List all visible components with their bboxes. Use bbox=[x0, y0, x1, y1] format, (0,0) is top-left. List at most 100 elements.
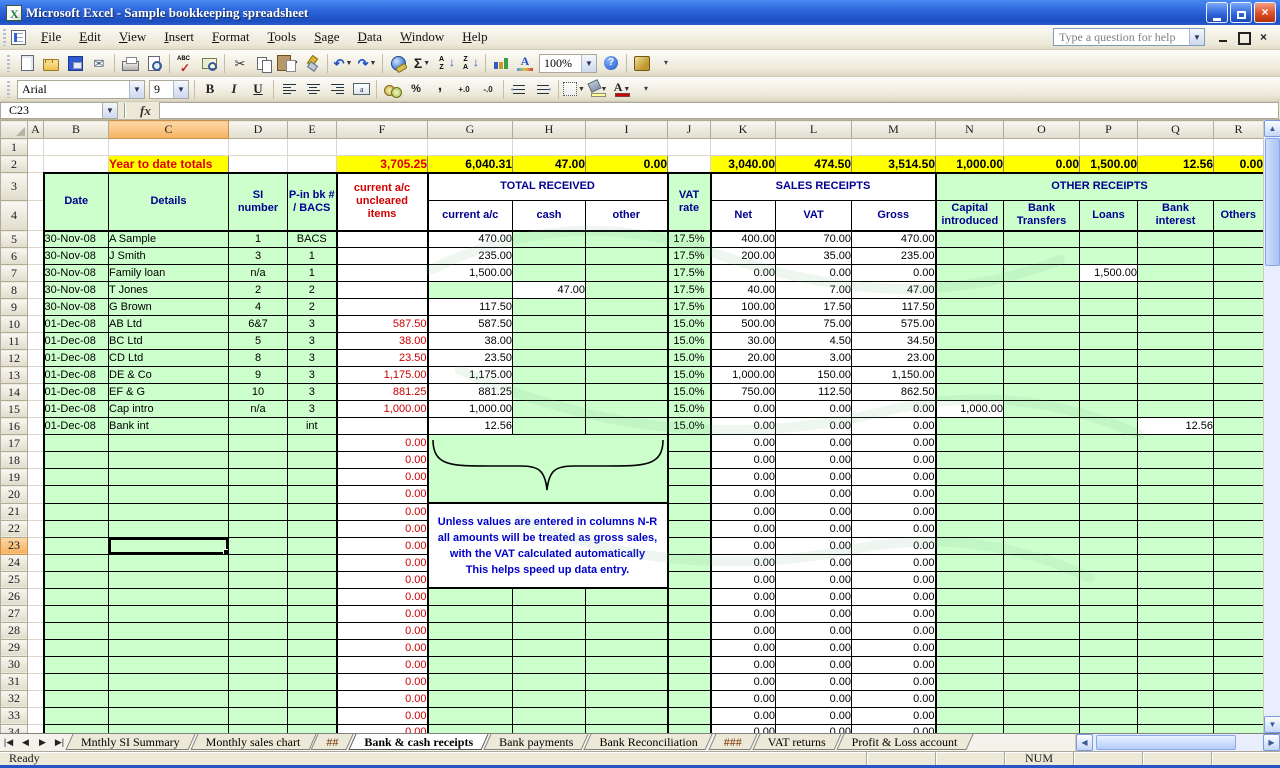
cell-B28[interactable] bbox=[44, 622, 109, 639]
cell-J13[interactable]: 15.0% bbox=[668, 367, 711, 384]
header-capital-introduced[interactable]: Capitalintroduced bbox=[936, 201, 1004, 231]
cell-D18[interactable] bbox=[229, 452, 288, 469]
cell-Q19[interactable] bbox=[1138, 469, 1214, 486]
cell-M7[interactable]: 0.00 bbox=[852, 265, 936, 282]
menu-data[interactable]: Data bbox=[349, 27, 392, 47]
cell-J10[interactable]: 15.0% bbox=[668, 316, 711, 333]
cell-H14[interactable] bbox=[513, 384, 586, 401]
cell-R18[interactable] bbox=[1214, 452, 1264, 469]
header-details[interactable]: Details bbox=[109, 173, 229, 231]
column-header-D[interactable]: D bbox=[229, 121, 288, 139]
header-bank-transfers[interactable]: BankTransfers bbox=[1004, 201, 1080, 231]
cell-P1[interactable] bbox=[1080, 139, 1138, 156]
cell-L6[interactable]: 35.00 bbox=[776, 248, 852, 265]
header-date[interactable]: Date bbox=[44, 173, 109, 231]
cell-B17[interactable] bbox=[44, 435, 109, 452]
horizontal-scrollbar[interactable]: ◀ ▶ bbox=[1075, 734, 1280, 752]
cell-H27[interactable] bbox=[513, 605, 586, 622]
cell-J28[interactable] bbox=[668, 622, 711, 639]
cell-J1[interactable] bbox=[668, 139, 711, 156]
cell-C14[interactable]: EF & G bbox=[109, 384, 229, 401]
cell-K34[interactable]: 0.00 bbox=[711, 724, 776, 733]
cell-L15[interactable]: 0.00 bbox=[776, 401, 852, 418]
bold-icon[interactable]: B bbox=[198, 79, 222, 100]
cell-B19[interactable] bbox=[44, 469, 109, 486]
cell-H16[interactable] bbox=[513, 418, 586, 435]
cell-K9[interactable]: 100.00 bbox=[711, 299, 776, 316]
cell-G5[interactable]: 470.00 bbox=[428, 231, 513, 248]
email-icon[interactable]: ✉ bbox=[87, 53, 111, 74]
cell-B15[interactable]: 01-Dec-08 bbox=[44, 401, 109, 418]
toolbar-options-icon[interactable]: ▾ bbox=[654, 53, 678, 74]
increase-decimal-icon[interactable] bbox=[452, 79, 476, 100]
cell-Q7[interactable] bbox=[1138, 265, 1214, 282]
insert-function-button[interactable]: fx bbox=[132, 103, 159, 119]
cell-Q20[interactable] bbox=[1138, 486, 1214, 503]
borders-icon[interactable]: ▼ bbox=[562, 79, 586, 100]
cell-P23[interactable] bbox=[1080, 537, 1138, 554]
cell-L28[interactable]: 0.00 bbox=[776, 622, 852, 639]
cell-Q25[interactable] bbox=[1138, 571, 1214, 588]
cell-F22[interactable]: 0.00 bbox=[337, 520, 428, 537]
cell-P19[interactable] bbox=[1080, 469, 1138, 486]
menu-window[interactable]: Window bbox=[391, 27, 453, 47]
cell-D24[interactable] bbox=[229, 554, 288, 571]
minimize-button[interactable] bbox=[1206, 2, 1228, 23]
cell-E18[interactable] bbox=[288, 452, 337, 469]
cell-N23[interactable] bbox=[936, 537, 1004, 554]
cell-M5[interactable]: 470.00 bbox=[852, 231, 936, 248]
format-painter-icon[interactable] bbox=[300, 53, 324, 74]
cell-L31[interactable]: 0.00 bbox=[776, 673, 852, 690]
cell-F1[interactable] bbox=[337, 139, 428, 156]
cell-D11[interactable]: 5 bbox=[229, 333, 288, 350]
cell-K1[interactable] bbox=[711, 139, 776, 156]
cell-Q33[interactable] bbox=[1138, 707, 1214, 724]
cell-F28[interactable]: 0.00 bbox=[337, 622, 428, 639]
cell-M24[interactable]: 0.00 bbox=[852, 554, 936, 571]
cell-E29[interactable] bbox=[288, 639, 337, 656]
cell-D14[interactable]: 10 bbox=[229, 384, 288, 401]
paste-icon[interactable]: ▼ bbox=[276, 53, 300, 74]
row-header-9[interactable]: 9 bbox=[1, 299, 28, 316]
sort-descending-icon[interactable] bbox=[458, 53, 482, 74]
total-M2[interactable]: 3,514.50 bbox=[852, 156, 936, 173]
cell-O11[interactable] bbox=[1004, 333, 1080, 350]
copy-icon[interactable] bbox=[252, 53, 276, 74]
cell-A19[interactable] bbox=[28, 469, 44, 486]
column-header-G[interactable]: G bbox=[428, 121, 513, 139]
cell-H12[interactable] bbox=[513, 350, 586, 367]
percent-icon[interactable]: % bbox=[404, 79, 428, 100]
cell-M11[interactable]: 34.50 bbox=[852, 333, 936, 350]
cell-M14[interactable]: 862.50 bbox=[852, 384, 936, 401]
cell-A24[interactable] bbox=[28, 554, 44, 571]
cell-Q27[interactable] bbox=[1138, 605, 1214, 622]
cell-O1[interactable] bbox=[1004, 139, 1080, 156]
cell-F12[interactable]: 23.50 bbox=[337, 350, 428, 367]
cell-O29[interactable] bbox=[1004, 639, 1080, 656]
cell-A11[interactable] bbox=[28, 333, 44, 350]
cell-F24[interactable]: 0.00 bbox=[337, 554, 428, 571]
cell-O25[interactable] bbox=[1004, 571, 1080, 588]
header-others[interactable]: Others bbox=[1214, 201, 1264, 231]
cell-C32[interactable] bbox=[109, 690, 229, 707]
cell-G8[interactable] bbox=[428, 282, 513, 299]
underline-icon[interactable]: U bbox=[246, 79, 270, 100]
research-icon[interactable] bbox=[197, 53, 221, 74]
cell-M26[interactable]: 0.00 bbox=[852, 588, 936, 605]
cell-C34[interactable] bbox=[109, 724, 229, 733]
cell-O28[interactable] bbox=[1004, 622, 1080, 639]
cell-D25[interactable] bbox=[229, 571, 288, 588]
cell-Q12[interactable] bbox=[1138, 350, 1214, 367]
cell-H33[interactable] bbox=[513, 707, 586, 724]
cell-N17[interactable] bbox=[936, 435, 1004, 452]
cell-F16[interactable] bbox=[337, 418, 428, 435]
currency-icon[interactable] bbox=[380, 79, 404, 100]
cell-O34[interactable] bbox=[1004, 724, 1080, 733]
cell-G28[interactable] bbox=[428, 622, 513, 639]
cell-B9[interactable]: 30-Nov-08 bbox=[44, 299, 109, 316]
cell-H8[interactable]: 47.00 bbox=[513, 282, 586, 299]
sheet-tab-profit-loss-account[interactable]: Profit & Loss account bbox=[839, 734, 971, 751]
row-header-23[interactable]: 23 bbox=[1, 537, 28, 554]
header-vat[interactable]: VAT bbox=[776, 201, 852, 231]
cell-Q9[interactable] bbox=[1138, 299, 1214, 316]
